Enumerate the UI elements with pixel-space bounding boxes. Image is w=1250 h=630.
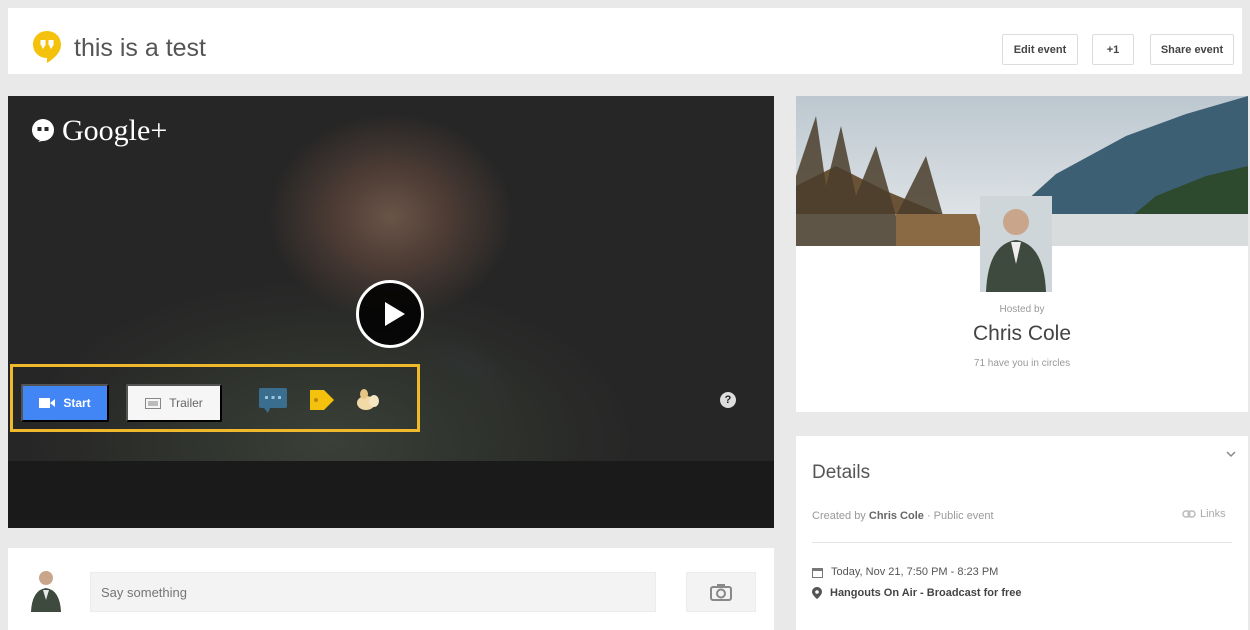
host-card: Hosted by Chris Cole 71 have you in circ… — [796, 96, 1248, 412]
event-title: this is a test — [74, 34, 206, 62]
google-plus-logo: Google+ — [30, 114, 167, 148]
visibility-label: · Public event — [926, 510, 994, 522]
created-by-line: Created by Chris Cole · Public event — [812, 510, 994, 522]
event-location: Hangouts On Air - Broadcast for free — [830, 587, 1022, 599]
trailer-label: Trailer — [169, 396, 203, 410]
comment-box — [8, 548, 774, 630]
circles-count: 71 have you in circles — [973, 358, 1071, 369]
camera-icon — [710, 584, 732, 601]
chat-app-icon[interactable] — [258, 387, 288, 413]
creator-link[interactable]: Chris Cole — [869, 510, 924, 522]
created-prefix: Created by — [812, 510, 866, 522]
user-avatar — [28, 566, 64, 612]
film-icon — [145, 397, 162, 409]
event-date: Today, Nov 21, 7:50 PM - 8:23 PM — [831, 566, 999, 578]
host-avatar[interactable] — [980, 192, 1052, 292]
tag-app-icon[interactable] — [308, 387, 336, 413]
trailer-button[interactable]: Trailer — [126, 384, 222, 422]
location-pin-icon — [812, 587, 822, 599]
google-plus-wordmark: Google+ — [62, 114, 168, 147]
help-icon[interactable]: ? — [720, 392, 736, 408]
add-photo-button[interactable] — [686, 572, 756, 612]
hands-app-icon[interactable] — [354, 387, 382, 413]
edit-event-button[interactable]: Edit event — [1002, 34, 1078, 65]
links-label: Links — [1200, 508, 1226, 520]
links-link[interactable]: Links — [1182, 508, 1226, 520]
play-button[interactable] — [356, 280, 424, 348]
comment-input[interactable] — [90, 572, 656, 612]
plus-one-button[interactable]: +1 — [1092, 34, 1134, 65]
calendar-icon — [812, 567, 823, 578]
hosted-by-label: Hosted by — [999, 304, 1045, 315]
link-icon — [1182, 510, 1196, 518]
start-label: Start — [63, 396, 91, 410]
event-date-row: Today, Nov 21, 7:50 PM - 8:23 PM — [812, 566, 998, 578]
event-header: this is a test Edit event +1 Share event — [8, 8, 1242, 74]
video-player[interactable]: Google+ — [8, 96, 774, 528]
start-broadcast-button[interactable]: Start — [21, 384, 109, 422]
video-camera-icon — [39, 398, 56, 408]
details-card: Details Created by Chris Cole · Public e… — [796, 436, 1248, 630]
google-plus-logo-icon — [32, 119, 54, 142]
share-event-button[interactable]: Share event — [1150, 34, 1234, 65]
hangouts-logo-icon — [33, 31, 61, 63]
details-divider — [812, 542, 1232, 543]
host-name[interactable]: Chris Cole — [796, 322, 1248, 346]
event-location-row: Hangouts On Air - Broadcast for free — [812, 587, 1022, 599]
details-title: Details — [812, 462, 871, 483]
chevron-down-icon[interactable] — [1226, 450, 1236, 458]
video-control-bar — [8, 461, 774, 528]
